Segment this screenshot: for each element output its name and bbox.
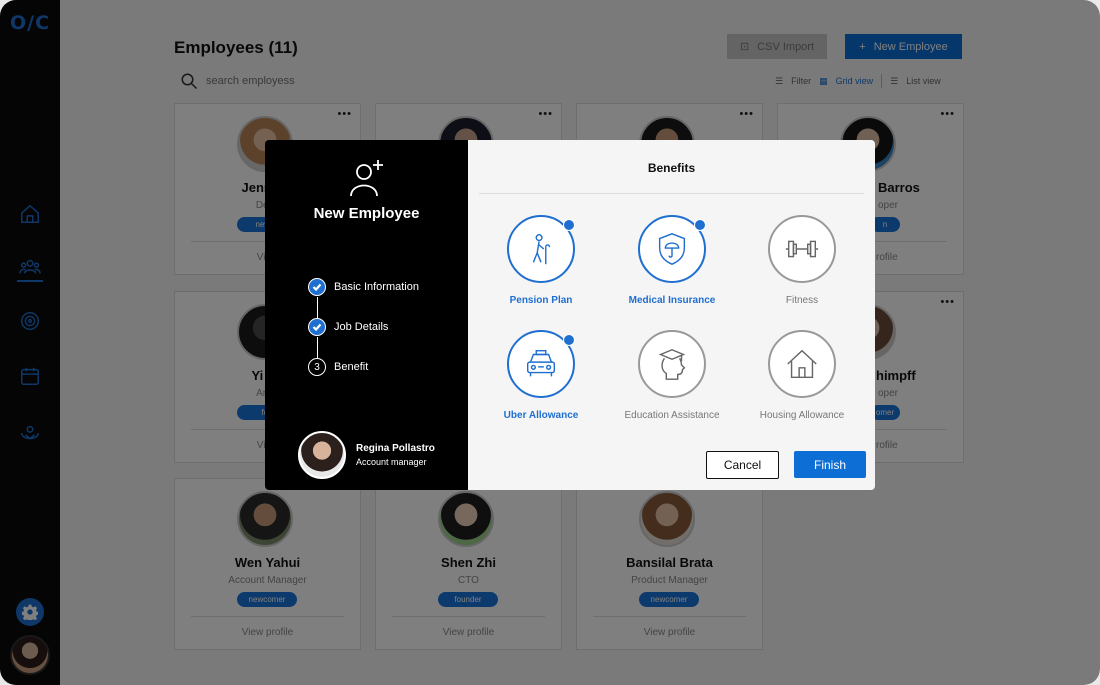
manager-avatar: [298, 431, 346, 479]
benefit-housing-allowance[interactable]: Housing Allowance: [737, 330, 867, 421]
benefit-label: Fitness: [785, 295, 819, 306]
new-employee-modal: New Employee Basic Information Job Detai…: [265, 140, 875, 490]
step-number: 3: [308, 358, 326, 376]
benefit-label: Medical Insurance: [628, 295, 716, 306]
heading-divider: [479, 193, 864, 194]
selected-check-icon: [563, 334, 575, 346]
step-label: Benefit: [334, 361, 369, 373]
house-icon: [787, 349, 817, 379]
selected-check-icon: [694, 219, 706, 231]
step-job-details[interactable]: Job Details: [308, 318, 419, 358]
selected-check-icon: [563, 219, 575, 231]
elderly-icon: [532, 234, 551, 265]
app-window: O/C Employees (11) ⊡ CSV Import: [0, 0, 1100, 685]
benefit-uber-allowance[interactable]: Uber Allowance: [476, 330, 606, 421]
add-person-icon: [349, 158, 385, 198]
benefit-pension-plan[interactable]: Pension Plan: [476, 215, 606, 306]
step-label: Basic Information: [334, 281, 419, 293]
check-icon: [308, 278, 326, 296]
step-connector: [317, 337, 318, 358]
account-manager: Regina Pollastro Account manager: [298, 431, 435, 479]
benefit-medical-insurance[interactable]: Medical Insurance: [607, 215, 737, 306]
modal-title: New Employee: [313, 205, 420, 222]
modal-sidebar: New Employee Basic Information Job Detai…: [265, 140, 468, 490]
step-basic-information[interactable]: Basic Information: [308, 278, 419, 318]
manager-name: Regina Pollastro: [356, 443, 435, 454]
manager-role: Account manager: [356, 457, 427, 467]
graduate-head-icon: [658, 348, 686, 380]
dumbbell-icon: [785, 240, 819, 258]
step-benefit[interactable]: 3 Benefit: [308, 358, 419, 398]
stepper: Basic Information Job Details 3 Benefit: [308, 278, 419, 398]
benefit-fitness[interactable]: Fitness: [737, 215, 867, 306]
benefit-label: Pension Plan: [509, 295, 573, 306]
benefits-heading: Benefits: [647, 161, 696, 175]
step-connector: [317, 297, 318, 318]
step-label: Job Details: [334, 321, 389, 333]
benefit-label: Housing Allowance: [759, 410, 845, 421]
benefit-education-assistance[interactable]: Education Assistance: [607, 330, 737, 421]
check-icon: [308, 318, 326, 336]
finish-button[interactable]: Finish: [794, 451, 866, 478]
benefits-panel: Benefits Pension Plan Medical Insurance: [468, 140, 875, 490]
benefit-label: Education Assistance: [624, 410, 720, 421]
cancel-button[interactable]: Cancel: [706, 451, 779, 479]
taxi-icon: [526, 349, 556, 377]
benefit-label: Uber Allowance: [503, 410, 579, 421]
umbrella-shield-icon: [658, 233, 686, 265]
